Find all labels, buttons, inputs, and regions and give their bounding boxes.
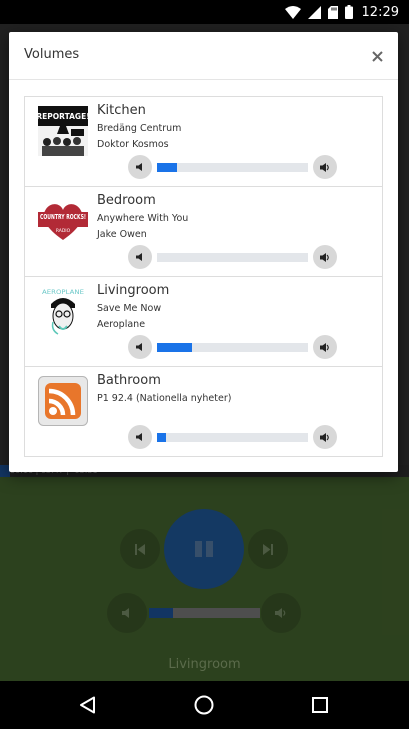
home-icon (194, 695, 214, 715)
signal-icon (307, 5, 321, 19)
volume-slider[interactable] (157, 253, 308, 262)
volume-level (157, 433, 167, 442)
aeroplane-title-text: AEROPLANE (42, 289, 84, 296)
zone-name: Livingroom (97, 283, 170, 298)
sd-card-icon (327, 5, 338, 19)
zone-track-title: P1 92.4 (Nationella nyheter) (97, 393, 232, 404)
status-icons: 12:29 (284, 3, 399, 21)
zone-volume-list: REPORTAGE! Kitchen Bredäng Centrum Dokto… (24, 96, 383, 457)
back-button[interactable] (76, 693, 100, 717)
reportage-album-art: REPORTAGE! (38, 106, 88, 156)
zone-track-artist: Jake Owen (97, 229, 147, 240)
status-time: 12:29 (361, 4, 399, 20)
volume-up-button[interactable] (313, 245, 337, 269)
zone-bedroom: COUNTRY ROCKS! RADIO Bedroom Anywhere Wi… (25, 187, 382, 277)
recents-icon (312, 697, 328, 713)
volume-down-icon (136, 343, 142, 351)
volume-level (157, 163, 177, 172)
volume-down-icon (136, 253, 142, 261)
close-icon (371, 50, 383, 62)
battery-icon (344, 5, 353, 19)
zone-bathroom: Bathroom P1 92.4 (Nationella nyheter) (25, 367, 382, 457)
country-rocks-radio-text: RADIO (56, 228, 71, 234)
home-button[interactable] (192, 693, 216, 717)
dialog-title: Volumes (24, 47, 80, 62)
recents-button[interactable] (308, 693, 332, 717)
zone-track-artist: Aeroplane (97, 319, 146, 330)
back-icon (80, 696, 95, 714)
volume-down-button[interactable] (128, 245, 152, 269)
navigation-bar (0, 681, 409, 729)
volume-down-button[interactable] (128, 155, 152, 179)
zone-name: Kitchen (97, 103, 146, 118)
volume-up-icon (320, 252, 329, 262)
volume-up-icon (320, 162, 329, 172)
volume-up-button[interactable] (313, 425, 337, 449)
volume-up-icon (320, 342, 329, 352)
volume-down-icon (136, 163, 142, 171)
volume-down-icon (136, 433, 142, 441)
status-bar: 12:29 (0, 0, 409, 24)
reportage-title-text: REPORTAGE! (38, 112, 88, 121)
wifi-icon (284, 5, 301, 19)
zone-name: Bathroom (97, 373, 161, 388)
dialog-header: Volumes (9, 32, 398, 80)
zone-track-title: Bredäng Centrum (97, 123, 182, 134)
volume-up-button[interactable] (313, 335, 337, 359)
rss-feed-icon (38, 376, 88, 426)
zone-track-title: Save Me Now (97, 303, 162, 314)
zone-livingroom: AEROPLANE Livingroom Save Me Now Aeropla… (25, 277, 382, 367)
volumes-dialog: Volumes REPORTAGE! Kitchen Bredäng Centr… (9, 32, 398, 472)
zone-track-artist: Doktor Kosmos (97, 139, 169, 150)
zone-track-title: Anywhere With You (97, 213, 189, 224)
zone-kitchen: REPORTAGE! Kitchen Bredäng Centrum Dokto… (25, 97, 382, 187)
volume-level (157, 343, 192, 352)
close-button[interactable] (366, 45, 388, 67)
zone-name: Bedroom (97, 193, 156, 208)
volume-up-button[interactable] (313, 155, 337, 179)
volume-up-icon (320, 432, 329, 442)
volume-slider[interactable] (157, 433, 308, 442)
volume-slider[interactable] (157, 163, 308, 172)
volume-slider[interactable] (157, 343, 308, 352)
aeroplane-album-art: AEROPLANE (38, 286, 88, 336)
volume-down-button[interactable] (128, 425, 152, 449)
volume-down-button[interactable] (128, 335, 152, 359)
country-rocks-text: COUNTRY ROCKS! (40, 213, 86, 221)
country-rocks-radio-logo: COUNTRY ROCKS! RADIO (38, 196, 88, 246)
